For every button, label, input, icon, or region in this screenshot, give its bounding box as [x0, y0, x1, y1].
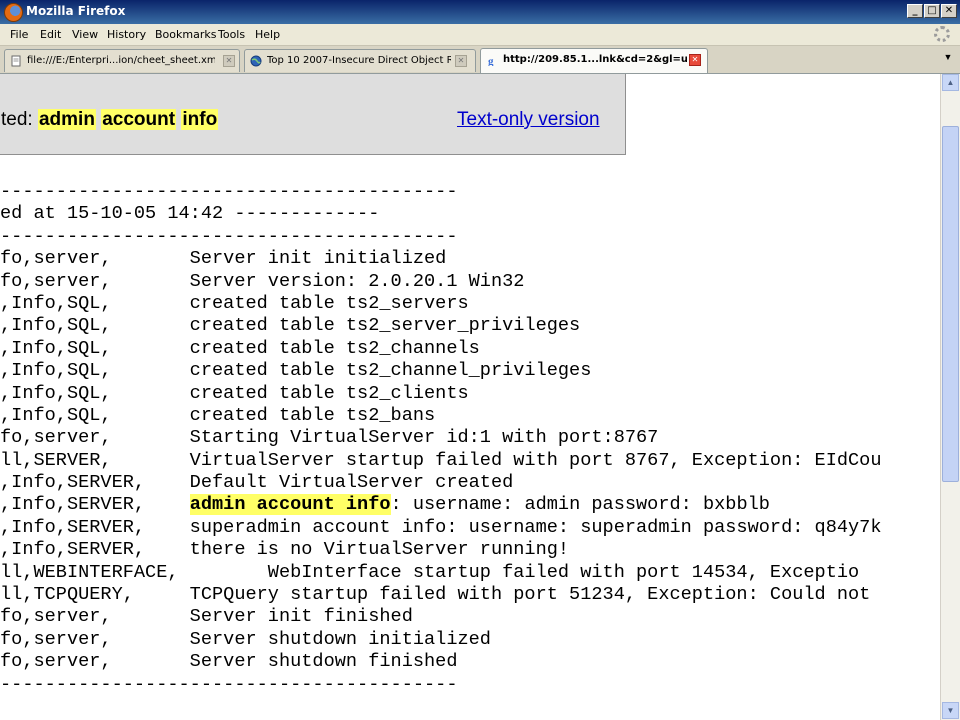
- highlighted-terms: ted: admin account info: [1, 109, 219, 131]
- globe-icon: [250, 55, 262, 67]
- log-line: ,Info,SERVER, there is no VirtualServer …: [0, 539, 570, 561]
- document-icon: [11, 55, 21, 67]
- scroll-thumb[interactable]: [942, 126, 959, 482]
- log-line: fo,server, Server init finished: [0, 606, 413, 628]
- cache-banner: ted: admin account info Text-only versio…: [0, 74, 626, 155]
- title-bar: Mozilla Firefox _ □ ✕: [0, 0, 960, 24]
- tab-cheet-sheet[interactable]: file:///E:/Enterpri...ion/cheet_sheet.xm…: [4, 49, 240, 72]
- text-only-link[interactable]: Text-only version: [457, 109, 600, 131]
- tab-close-icon[interactable]: ✕: [455, 55, 467, 67]
- log-line: ,Info,SQL, created table ts2_bans: [0, 404, 436, 426]
- menu-help[interactable]: Help: [255, 28, 280, 41]
- log-line: ll,TCPQUERY, TCPQuery startup failed wit…: [0, 584, 871, 606]
- log-line: fo,server, Server version: 2.0.20.1 Win3…: [0, 270, 525, 292]
- close-button[interactable]: ✕: [941, 4, 957, 18]
- log-line: ,Info,SQL, created table ts2_server_priv…: [0, 315, 581, 337]
- log-line: ,Info,SQL, created table ts2_servers: [0, 292, 469, 314]
- menu-tools[interactable]: Tools: [218, 28, 245, 41]
- log-line: ----------------------------------------…: [0, 673, 458, 695]
- menu-history[interactable]: History: [107, 28, 146, 41]
- log-line: ----------------------------------------…: [0, 225, 458, 247]
- tab-strip: file:///E:/Enterpri...ion/cheet_sheet.xm…: [0, 46, 960, 74]
- log-line-prefix: ,Info,SERVER,: [0, 494, 190, 516]
- log-line: ----------------------------------------…: [0, 181, 458, 202]
- tab-label: Top 10 2007-Insecure Direct Object R...: [267, 55, 451, 66]
- log-line-suffix: : username: admin password: bxbblb: [390, 494, 770, 516]
- tab-label: http://209.85.1...lnk&cd=2&gl=us: [503, 54, 687, 65]
- menu-bar: File Edit View History Bookmarks Tools H…: [0, 24, 960, 46]
- search-term-highlight: admin account info: [189, 494, 391, 516]
- log-line: ll,SERVER, VirtualServer startup failed …: [0, 449, 882, 471]
- log-line: ed at 15-10-05 14:42 -------------: [0, 203, 380, 225]
- menu-edit[interactable]: Edit: [40, 28, 61, 41]
- log-line: ,Info,SQL, created table ts2_channel_pri…: [0, 360, 592, 382]
- search-term: account: [101, 109, 177, 130]
- svg-text:g: g: [488, 56, 494, 67]
- minimize-button[interactable]: _: [907, 4, 923, 18]
- search-term: admin: [37, 109, 96, 130]
- log-line: ,Info,SQL, created table ts2_clients: [0, 382, 469, 404]
- tab-label: file:///E:/Enterpri...ion/cheet_sheet.xm…: [27, 55, 215, 66]
- tab-close-icon[interactable]: ✕: [689, 54, 701, 66]
- log-line: ,Info,SERVER, Default VirtualServer crea…: [0, 472, 514, 494]
- scroll-down-arrow[interactable]: ▼: [942, 702, 959, 719]
- tab-owasp-top10[interactable]: Top 10 2007-Insecure Direct Object R... …: [244, 49, 476, 72]
- page-content: ted: admin account info Text-only versio…: [0, 74, 940, 720]
- tab-google-cache[interactable]: g http://209.85.1...lnk&cd=2&gl=us ✕: [480, 48, 708, 73]
- menu-bookmarks[interactable]: Bookmarks: [155, 28, 216, 41]
- scroll-up-arrow[interactable]: ▲: [942, 74, 959, 91]
- log-line: ,Info,SQL, created table ts2_channels: [0, 337, 480, 359]
- log-line: ,Info,SERVER, admin account info: userna…: [0, 494, 940, 516]
- window-title: Mozilla Firefox: [26, 4, 126, 18]
- server-log: ----------------------------------------…: [0, 181, 940, 696]
- highlight-prefix: ted:: [1, 109, 38, 130]
- log-line: fo,server, Server shutdown finished: [0, 651, 458, 673]
- throbber-icon: [934, 26, 950, 42]
- log-line: ll,WEBINTERFACE, WebInterface startup fa…: [0, 561, 860, 583]
- tab-close-icon[interactable]: ✕: [223, 55, 235, 67]
- log-line: fo,server, Server init initialized: [0, 248, 447, 270]
- firefox-icon: [4, 3, 23, 22]
- menu-view[interactable]: View: [72, 28, 98, 41]
- tab-list-button[interactable]: ▼: [941, 52, 955, 68]
- vertical-scrollbar[interactable]: ▲ ▼: [940, 74, 960, 720]
- log-line: fo,server, Server shutdown initialized: [0, 628, 491, 650]
- search-term: info: [181, 109, 219, 130]
- log-line: fo,server, Starting VirtualServer id:1 w…: [0, 427, 659, 449]
- google-icon: g: [488, 56, 494, 67]
- menu-file[interactable]: File: [10, 28, 28, 41]
- log-line: ,Info,SERVER, superadmin account info: u…: [0, 516, 882, 538]
- maximize-button[interactable]: □: [924, 4, 940, 18]
